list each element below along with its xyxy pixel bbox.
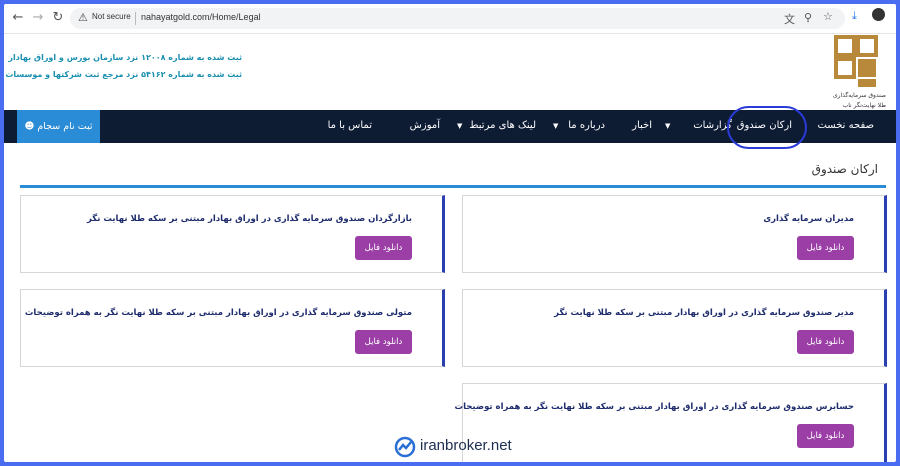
nav-home[interactable]: صفحه نخست	[817, 120, 874, 131]
card-title: مدیران سرمایه گذاری	[763, 214, 854, 224]
page-frame: ← → ↻ ⚠ Not secure nahayatgold.com/Home/…	[0, 0, 900, 466]
card-custodian: متولی صندوق سرمایه گذاری در اوراق بهادار…	[20, 289, 445, 367]
forward-icon[interactable]: →	[30, 10, 46, 26]
reload-icon[interactable]: ↻	[50, 10, 66, 26]
nav-related-links[interactable]: لینک های مرتبط	[469, 120, 536, 131]
translate-icon[interactable]: 文	[784, 11, 795, 27]
registration-line-1: ثبت شده به شماره ۱۲۰۰۸ نزد سازمان بورس و…	[8, 53, 242, 62]
sajam-register-button[interactable]: ☻ ثبت نام سجام	[17, 110, 100, 143]
warning-icon: ⚠	[78, 11, 88, 24]
iranbroker-logo-icon	[394, 436, 416, 458]
download-button[interactable]: دانلود فایل	[797, 424, 854, 448]
logo-caption-2: طلا نهایت‌نگر ناب	[842, 102, 886, 109]
registration-line-2: ثبت شده به شماره ۵۴۱۶۲ نزد مرجع ثبت شرکت…	[4, 70, 242, 79]
reports-caret-icon: ▼	[665, 122, 671, 130]
sajam-register-label: ثبت نام سجام	[37, 121, 93, 132]
nav-education[interactable]: آموزش	[410, 120, 440, 131]
url-text[interactable]: nahayatgold.com/Home/Legal	[141, 12, 261, 22]
logo-mark-icon	[834, 35, 878, 87]
back-icon[interactable]: ←	[10, 10, 26, 26]
logo-caption-1: صندوق سرمایه‌گذاری	[832, 92, 886, 99]
card-title: متولی صندوق سرمایه گذاری در اوراق بهادار…	[24, 308, 412, 318]
url-separator	[135, 12, 136, 25]
site-header: ثبت شده به شماره ۱۲۰۰۸ نزد سازمان بورس و…	[4, 35, 896, 111]
security-label[interactable]: Not secure	[92, 12, 131, 21]
bookmark-star-icon[interactable]: ☆	[823, 10, 833, 23]
nav-about[interactable]: درباره ما	[568, 120, 605, 131]
section-title: ارکان صندوق	[811, 162, 878, 176]
download-button[interactable]: دانلود فایل	[797, 236, 854, 260]
download-button[interactable]: دانلود فایل	[797, 330, 854, 354]
about-caret-icon: ▼	[553, 122, 559, 130]
watermark: iranbroker.net	[394, 436, 512, 458]
card-title: مدیر صندوق سرمایه گذاری در اوراق بهادار …	[554, 308, 854, 318]
zoom-icon[interactable]: ⚲	[804, 11, 812, 24]
nav-contact[interactable]: تماس با ما	[328, 120, 372, 131]
download-button[interactable]: دانلود فایل	[355, 330, 412, 354]
download-button[interactable]: دانلود فایل	[355, 236, 412, 260]
browser-toolbar: ← → ↻ ⚠ Not secure nahayatgold.com/Home/…	[4, 4, 896, 34]
address-bar[interactable]: ⚠ Not secure nahayatgold.com/Home/Legal …	[70, 8, 845, 29]
watermark-text: iranbroker.net	[420, 437, 512, 454]
site-logo[interactable]: صندوق سرمایه‌گذاری طلا نهایت‌نگر ناب	[822, 35, 892, 115]
card-market-maker: بازارگردان صندوق سرمایه گذاری در اوراق ب…	[20, 195, 445, 273]
related-links-caret-icon: ▼	[457, 122, 463, 130]
card-investment-managers: مدیران سرمایه گذاری دانلود فایل	[462, 195, 887, 273]
card-auditor: حسابرس صندوق سرمایه گذاری در اوراق بهادا…	[455, 383, 887, 462]
download-icon[interactable]: ⤓	[852, 9, 857, 23]
card-title: حسابرس صندوق سرمایه گذاری در اوراق بهادا…	[454, 402, 854, 412]
nav-news[interactable]: اخبار	[632, 120, 652, 131]
profile-avatar-icon[interactable]	[872, 8, 885, 21]
section-divider	[20, 185, 886, 188]
highlight-annotation-ring	[727, 106, 807, 149]
card-title: بازارگردان صندوق سرمایه گذاری در اوراق ب…	[86, 214, 412, 224]
card-fund-manager: مدیر صندوق سرمایه گذاری در اوراق بهادار …	[462, 289, 887, 367]
user-icon: ☻	[24, 121, 35, 132]
